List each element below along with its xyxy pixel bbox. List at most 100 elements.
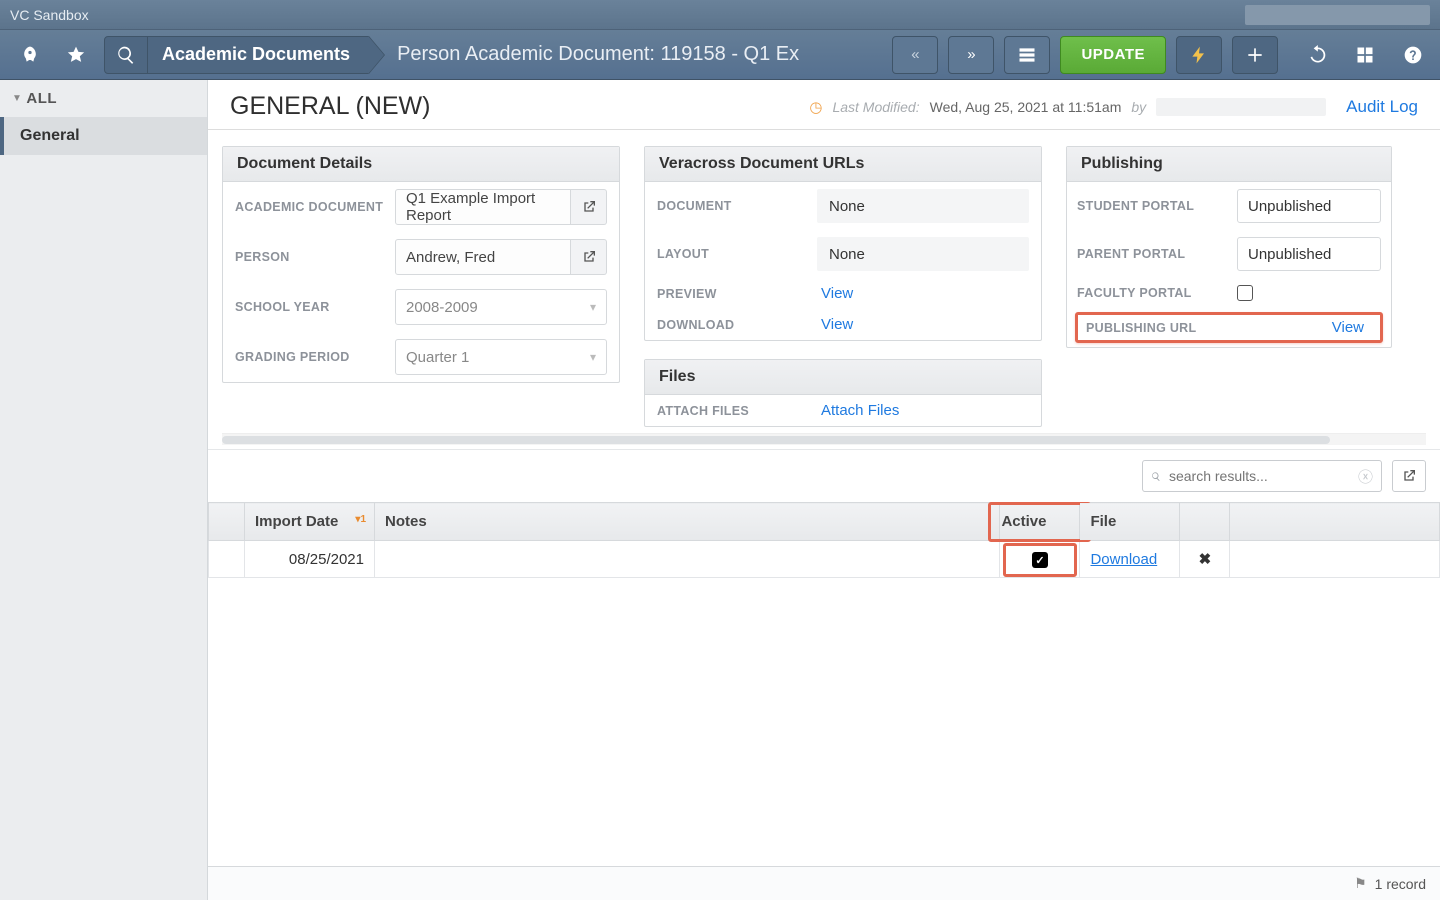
sort-indicator: ▾1	[355, 514, 366, 525]
search-results-input[interactable]	[1169, 468, 1350, 484]
flag-icon: ⚑	[1354, 875, 1367, 892]
cell-active[interactable]	[1000, 541, 1080, 578]
table-icon	[1017, 45, 1037, 65]
update-button[interactable]: UPDATE	[1060, 36, 1166, 74]
publishing-url-link[interactable]: View	[1236, 319, 1372, 336]
app-title: VC Sandbox	[10, 7, 89, 23]
col-active[interactable]: Active	[1000, 503, 1080, 541]
record-count: 1 record	[1375, 876, 1426, 892]
rocket-icon[interactable]	[12, 37, 48, 73]
field-label: DOCUMENT	[657, 199, 807, 213]
faculty-portal-checkbox[interactable]	[1237, 285, 1253, 301]
sidebar-item-general[interactable]: General	[0, 117, 207, 155]
horizontal-scrollbar[interactable]	[222, 433, 1426, 445]
search-icon	[116, 45, 136, 65]
panel-title: Veracross Document URLs	[645, 147, 1041, 182]
cell-padding	[1230, 541, 1440, 578]
cell-file: Download	[1080, 541, 1180, 578]
cell-import-date: 08/25/2021	[245, 541, 375, 578]
clear-search-button[interactable]: ⓧ	[1358, 466, 1373, 487]
breadcrumb-page: Person Academic Document: 119158 - Q1 Ex…	[369, 36, 799, 74]
sidebar-all-toggle[interactable]: ▼ ALL	[0, 80, 207, 117]
table-row[interactable]: 08/25/2021 Download ✖	[209, 541, 1440, 578]
lightning-icon	[1189, 45, 1209, 65]
last-modified-by-label: by	[1131, 99, 1146, 115]
help-icon	[1403, 45, 1423, 65]
delete-row-button[interactable]: ✖	[1180, 541, 1230, 578]
active-column-highlight: Active	[988, 502, 1091, 542]
titlebar-right-placeholder	[1245, 5, 1430, 25]
field-label: GRADING PERIOD	[235, 350, 385, 364]
panel-publishing: Publishing STUDENT PORTAL Unpublished PA…	[1066, 146, 1392, 348]
col-notes[interactable]: Notes	[375, 503, 1000, 541]
col-file[interactable]: File	[1080, 503, 1180, 541]
results-table: Import Date ▾1 Notes Active File	[208, 502, 1440, 578]
publishing-url-highlight: PUBLISHING URL View	[1075, 312, 1383, 343]
row-handle-header	[209, 503, 245, 541]
grid-view-button[interactable]	[1004, 36, 1050, 74]
grading-period-select[interactable]: Quarter 1	[395, 339, 607, 375]
prev-record-button[interactable]: «	[892, 36, 938, 74]
field-label: FACULTY PORTAL	[1077, 286, 1227, 300]
breadcrumb-root-label: Academic Documents	[162, 44, 350, 65]
results-footer: ⚑ 1 record	[208, 866, 1440, 900]
breadcrumb-root[interactable]: Academic Documents	[148, 36, 369, 74]
external-link-icon	[1401, 468, 1417, 484]
field-label: STUDENT PORTAL	[1077, 199, 1227, 213]
academic-document-open-button[interactable]	[571, 189, 607, 225]
parent-portal-select[interactable]: Unpublished	[1237, 237, 1381, 271]
document-url-value: None	[817, 189, 1029, 223]
global-search-button[interactable]	[104, 36, 148, 74]
sidebar-item-label: General	[20, 127, 80, 144]
col-padding	[1230, 503, 1440, 541]
active-checkbox-checked[interactable]	[1032, 552, 1048, 568]
field-label: LAYOUT	[657, 247, 807, 261]
history-button[interactable]	[1302, 40, 1332, 70]
col-label: Active	[991, 507, 1088, 536]
star-icon[interactable]	[58, 37, 94, 73]
table-header-row: Import Date ▾1 Notes Active File	[209, 503, 1440, 541]
attach-files-link[interactable]: Attach Files	[817, 402, 1029, 419]
academic-document-field[interactable]: Q1 Example Import Report	[395, 189, 571, 225]
toolbar-actions: « » UPDATE	[892, 36, 1428, 74]
last-modified-label: Last Modified:	[832, 99, 919, 115]
plus-icon	[1245, 45, 1265, 65]
field-label: DOWNLOAD	[657, 318, 807, 332]
row-handle[interactable]	[209, 541, 245, 578]
student-portal-select[interactable]: Unpublished	[1237, 189, 1381, 223]
search-icon	[1151, 469, 1161, 484]
apps-button[interactable]	[1350, 40, 1380, 70]
update-button-label: UPDATE	[1081, 46, 1145, 63]
last-modified-value: Wed, Aug 25, 2021 at 11:51am	[930, 99, 1122, 115]
person-field[interactable]: Andrew, Fred	[395, 239, 571, 275]
main-content: GENERAL (NEW) ◷ Last Modified: Wed, Aug …	[208, 80, 1440, 900]
active-cell-highlight	[1003, 543, 1077, 577]
field-label: SCHOOL YEAR	[235, 300, 385, 314]
panel-document-details: Document Details ACADEMIC DOCUMENT Q1 Ex…	[222, 146, 620, 383]
field-label: PREVIEW	[657, 287, 807, 301]
add-button[interactable]	[1232, 36, 1278, 74]
col-import-date[interactable]: Import Date ▾1	[245, 503, 375, 541]
field-label: PARENT PORTAL	[1077, 247, 1227, 261]
preview-link[interactable]: View	[817, 285, 1029, 302]
person-open-button[interactable]	[571, 239, 607, 275]
sidebar: ▼ ALL General	[0, 80, 208, 900]
last-modified-user-placeholder	[1156, 98, 1326, 116]
action-lightning-button[interactable]	[1176, 36, 1222, 74]
help-button[interactable]	[1398, 40, 1428, 70]
panel-title: Document Details	[223, 147, 619, 182]
open-results-external-button[interactable]	[1392, 460, 1426, 492]
cell-notes[interactable]	[375, 541, 1000, 578]
file-download-link[interactable]: Download	[1090, 551, 1157, 568]
download-link[interactable]: View	[817, 316, 1029, 333]
page-title: GENERAL (NEW)	[230, 92, 430, 121]
school-year-select[interactable]: 2008-2009	[395, 289, 607, 325]
field-label: PERSON	[235, 250, 385, 264]
field-label: ATTACH FILES	[657, 404, 807, 418]
main-toolbar: Academic Documents Person Academic Docum…	[0, 30, 1440, 80]
breadcrumb: Academic Documents Person Academic Docum…	[104, 36, 799, 74]
next-record-button[interactable]: »	[948, 36, 994, 74]
search-results-input-wrap: ⓧ	[1142, 460, 1382, 492]
field-label: PUBLISHING URL	[1086, 321, 1236, 335]
audit-log-link[interactable]: Audit Log	[1346, 97, 1418, 117]
